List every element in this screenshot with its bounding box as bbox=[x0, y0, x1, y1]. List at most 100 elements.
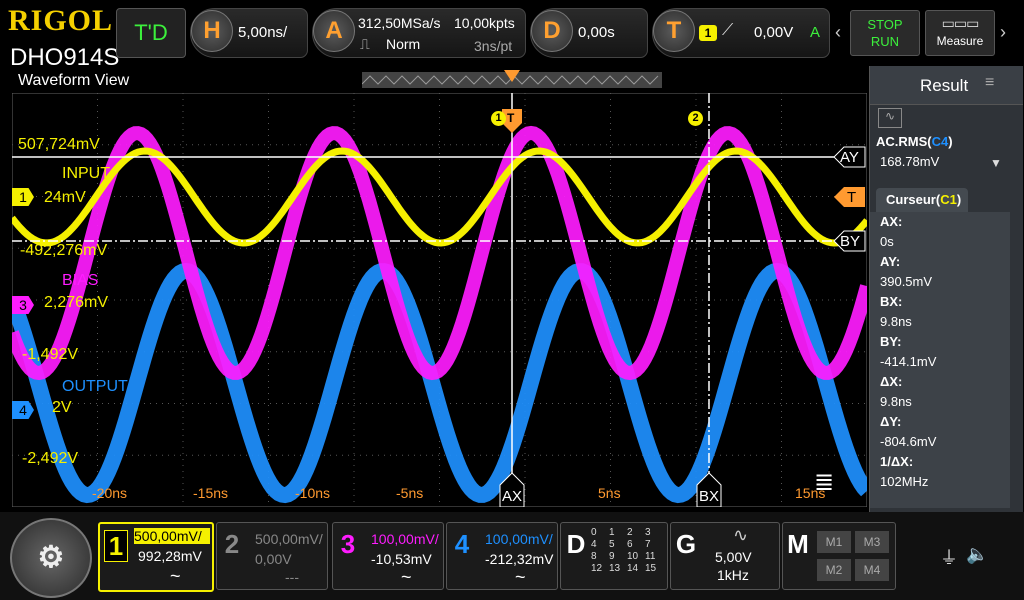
td-label: T'D bbox=[134, 20, 168, 45]
digital-channel: 15 bbox=[645, 563, 657, 574]
waveform-thumb-icon[interactable]: ∿ bbox=[878, 108, 902, 128]
digital-channel: 7 bbox=[645, 539, 651, 550]
result-panel: Result ≡ ∿ AC.RMS(C4) 168.78mV ▼ Curseur… bbox=[869, 66, 1023, 512]
result-label: AY: bbox=[880, 254, 901, 269]
ch3-offset-value: 2,276mV bbox=[44, 294, 109, 311]
trigger-badge: T bbox=[653, 10, 695, 52]
chevron-right-icon[interactable]: › bbox=[1000, 22, 1006, 43]
digital-channel: 4 bbox=[591, 539, 597, 550]
chevron-left-icon[interactable]: ‹ bbox=[835, 22, 841, 43]
digital-channel: 8 bbox=[591, 551, 597, 562]
digital-label: D bbox=[566, 529, 586, 559]
digital-channel: 11 bbox=[645, 551, 656, 562]
result-label: 1/ΔX: bbox=[880, 454, 914, 469]
digital-channel: 6 bbox=[627, 539, 633, 550]
measure-label: Measure bbox=[936, 34, 984, 48]
dropdown-icon[interactable]: ▼ bbox=[990, 156, 1002, 170]
ch4-settings[interactable]: 4 100,00mV/ -212,32mV ~ bbox=[446, 522, 558, 590]
menu-icon[interactable]: ≣ bbox=[814, 468, 834, 497]
ch3-name: BIAS bbox=[62, 272, 99, 289]
speaker-mute-icon[interactable]: 🔈 bbox=[966, 544, 988, 565]
trigger-source: 1 bbox=[699, 25, 717, 41]
ch4-number: 4 bbox=[454, 529, 470, 559]
run-stop-button[interactable]: STOP RUN bbox=[850, 10, 920, 56]
marker-1[interactable]: 1 bbox=[491, 111, 506, 126]
digital-channel: 14 bbox=[627, 563, 639, 574]
measure-button[interactable]: ▭▭▭ Measure bbox=[925, 10, 995, 56]
result-label: BX: bbox=[880, 294, 903, 309]
td-button[interactable]: T'D bbox=[116, 8, 186, 58]
digital-channel: 12 bbox=[591, 563, 603, 574]
result-value: 9.8ns bbox=[880, 394, 912, 409]
ch1-name: INPUT bbox=[62, 165, 110, 182]
math-slot-m2[interactable]: M2 bbox=[817, 559, 851, 581]
x-tick: -15ns bbox=[193, 485, 229, 501]
math-slot-m1[interactable]: M1 bbox=[817, 531, 851, 553]
ch1-bottom-value: -492,276mV bbox=[20, 242, 108, 259]
acq-mode-icon: ⎍ bbox=[360, 36, 370, 52]
cursor-ax-label: AX bbox=[502, 488, 523, 505]
stop-label: STOP bbox=[867, 17, 903, 32]
generator-label: G bbox=[675, 529, 697, 559]
top-bar: RIGOL DHO914S T'D H 5,00ns/ A 312,50MSa/… bbox=[0, 0, 1024, 71]
generator-settings[interactable]: G ∿ 5,00V 1kHz bbox=[670, 522, 780, 590]
digital-channel: 10 bbox=[627, 551, 639, 562]
hamburger-icon[interactable]: ≡ bbox=[985, 74, 994, 92]
result-value: -804.6mV bbox=[880, 434, 937, 449]
result-title: Result bbox=[920, 76, 969, 95]
ruler-icon: ▭▭▭ bbox=[941, 15, 980, 31]
ch2-coupling: --- bbox=[285, 569, 299, 585]
delay-badge: D bbox=[531, 10, 573, 52]
acquire-badge: A bbox=[313, 10, 355, 52]
ch1-scale: 500,00mV/ bbox=[134, 528, 210, 544]
ch1-settings[interactable]: 1 500,00mV/ 992,28mV ~ bbox=[98, 522, 214, 592]
x-tick: -20ns bbox=[92, 485, 128, 501]
digital-channel: 9 bbox=[609, 551, 615, 562]
cursor-source: C1 bbox=[940, 192, 957, 207]
gear-icon: ⚙ bbox=[37, 541, 65, 574]
x-tick: -5ns bbox=[396, 485, 424, 501]
ch3-bottom-value: -1,492V bbox=[22, 346, 79, 363]
result-header: Result ≡ bbox=[870, 66, 1023, 105]
ch1-number: 1 bbox=[104, 530, 128, 562]
x-tick: 5ns bbox=[598, 485, 621, 501]
marker-2[interactable]: 2 bbox=[688, 111, 703, 126]
cursor-results: AX: 0s AY: 390.5mV BX: 9.8ns BY: -414.1m… bbox=[870, 212, 1010, 508]
ch3-settings[interactable]: 3 100,00mV/ -10,53mV ~ bbox=[332, 522, 444, 590]
math-slot-m4[interactable]: M4 bbox=[855, 559, 889, 581]
ch2-number: 2 bbox=[224, 529, 240, 559]
rigol-logo: RIGOL bbox=[8, 4, 114, 37]
result-label: ΔY: bbox=[880, 414, 902, 429]
ch3-scale: 100,00mV/ bbox=[371, 531, 439, 547]
digital-settings[interactable]: D 0123 4567 8 9 10 11 12 13 14 15 bbox=[560, 522, 668, 590]
ch3-coupling: ~ bbox=[401, 567, 412, 587]
math-settings[interactable]: M M1 M3 M2 M4 bbox=[782, 522, 896, 590]
ch4-scale: 100,00mV/ bbox=[485, 531, 553, 547]
ch4-name: OUTPUT bbox=[62, 378, 128, 395]
generator-frequency: 1kHz bbox=[717, 567, 749, 583]
cursor-by-label: BY bbox=[840, 233, 861, 250]
cursor-tab-close: ) bbox=[956, 192, 962, 207]
result-label: BY: bbox=[880, 334, 902, 349]
digital-channel: 13 bbox=[609, 563, 621, 574]
waveform-plot[interactable] bbox=[12, 93, 867, 507]
generator-amplitude: 5,00V bbox=[715, 549, 752, 565]
trigger-position-marker[interactable] bbox=[504, 70, 520, 82]
trigger-mode: A bbox=[810, 24, 821, 41]
horizontal-badge: H bbox=[191, 10, 233, 52]
home-gear-button[interactable]: ⚙ bbox=[10, 518, 92, 598]
meas-func: AC.RMS( bbox=[876, 134, 932, 149]
ch2-settings[interactable]: 2 500,00mV/ 0,00V --- bbox=[216, 522, 328, 590]
meas-source: C4 bbox=[931, 134, 949, 149]
ch2-offset: 0,00V bbox=[255, 551, 292, 567]
memory-depth: 10,00kpts bbox=[454, 15, 515, 31]
result-value: 9.8ns bbox=[880, 314, 912, 329]
rising-edge-icon: ⟋ bbox=[722, 22, 734, 39]
digital-channel: 3 bbox=[645, 527, 651, 538]
trigger-time-label: T bbox=[507, 111, 515, 125]
cursor-ay-label: AY bbox=[840, 149, 859, 166]
ch1-offset: 992,28mV bbox=[138, 548, 202, 564]
trigger-level: 0,00V bbox=[754, 24, 794, 41]
cursor-tab[interactable]: Curseur(C1) bbox=[876, 188, 968, 212]
math-slot-m3[interactable]: M3 bbox=[855, 531, 889, 553]
